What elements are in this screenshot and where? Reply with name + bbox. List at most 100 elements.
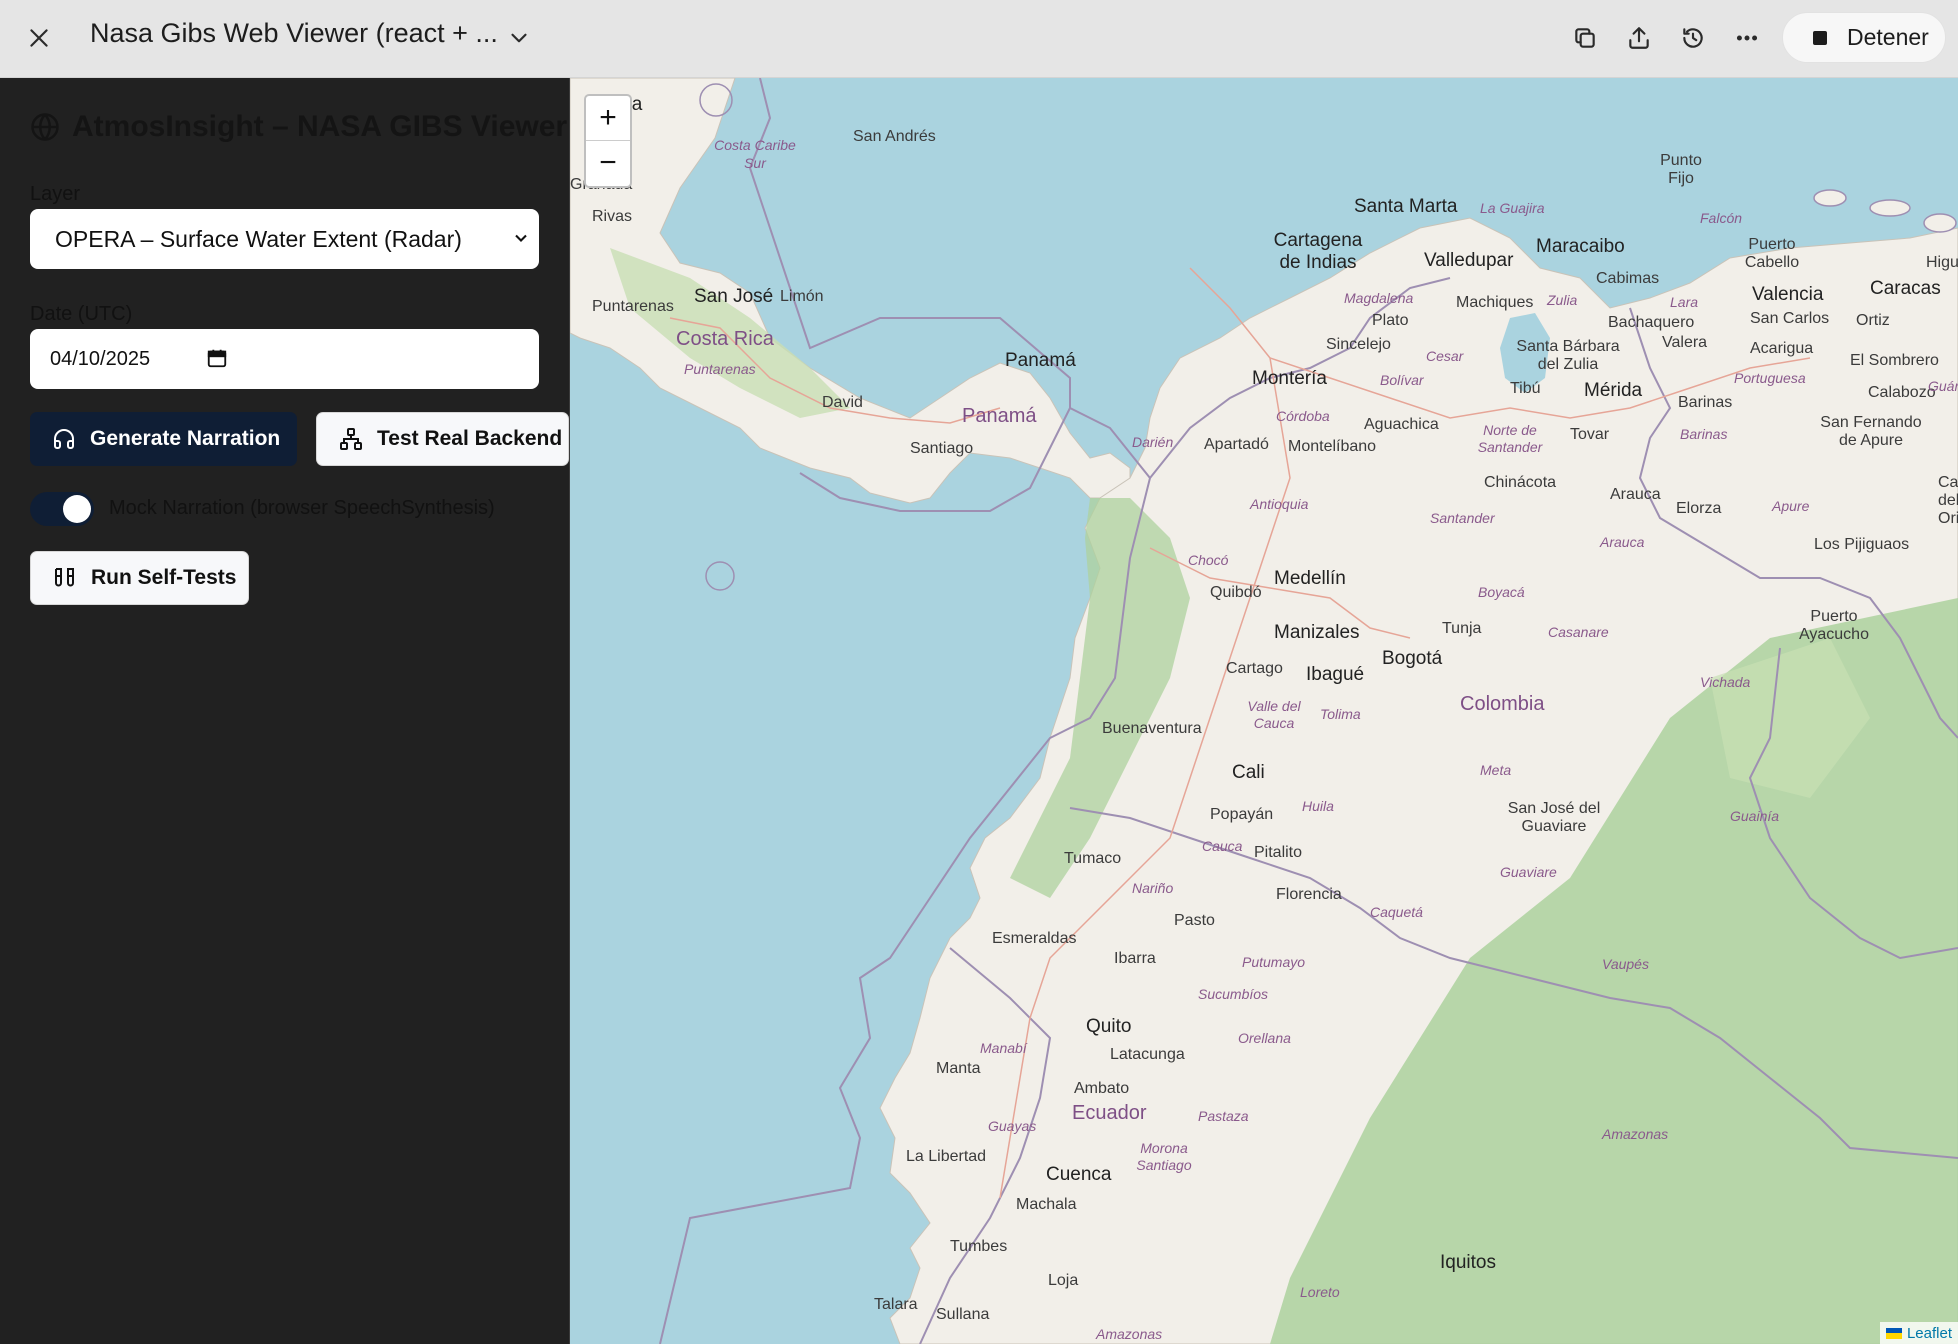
map-label: Medellín [1274, 568, 1346, 589]
map-label: Apartadó [1204, 436, 1269, 453]
map-label: Santa Bárbara del Zulia [1516, 338, 1620, 373]
map-label: Chinácota [1484, 474, 1557, 491]
layer-label: Layer [30, 183, 81, 205]
map-label: San Andrés [853, 128, 936, 145]
map-label: Pasto [1174, 912, 1215, 929]
leaflet-attribution[interactable]: Leaflet [1879, 1322, 1958, 1344]
chevron-down-icon[interactable] [499, 18, 539, 58]
map-label: San José del Guaviare [1507, 800, 1601, 835]
copy-icon[interactable] [1565, 18, 1605, 58]
map-label: La Libertad [906, 1148, 987, 1165]
map-view[interactable]: agua Granada Rivas San Andrés Costa Cari… [570, 78, 1958, 1344]
test-tubes-icon [55, 568, 74, 587]
bonaire-island [1923, 213, 1957, 233]
map-label: Córdoba [1276, 408, 1330, 424]
map-label: Amazonas [1096, 1326, 1163, 1342]
headphones-icon [54, 429, 74, 449]
map-label: Rivas [592, 208, 633, 225]
map-label: Valle del Cauca [1247, 698, 1301, 731]
map-label: Guayas [988, 1118, 1037, 1134]
layer-select[interactable]: OPERA – Surface Water Extent (Radar) [30, 209, 539, 269]
map-label: Esmeraldas [992, 930, 1077, 947]
map-label: Maracaibo [1536, 236, 1625, 257]
map-label: Caquetá [1370, 904, 1423, 920]
map-label: Florencia [1276, 886, 1342, 903]
map-label: Meta [1480, 762, 1512, 778]
map-label: Costa Rica [676, 328, 774, 350]
map-label: Antioquia [1250, 496, 1309, 512]
map-label: Guaviare [1500, 864, 1557, 880]
generate-narration-button[interactable]: Generate Narration [30, 412, 297, 466]
map-label: Huila [1302, 798, 1334, 814]
map-label: Bachaquero [1608, 314, 1695, 331]
map-label: Montelíbano [1288, 438, 1377, 455]
map-label: Ortiz [1856, 312, 1890, 329]
globe-icon [31, 113, 59, 141]
map-label: Montería [1252, 368, 1327, 389]
map-label: David [822, 394, 863, 411]
map-label: Punto Fijo [1660, 152, 1702, 187]
map-label: Elorza [1676, 500, 1722, 517]
map-label: Chocó [1188, 552, 1229, 568]
map-label: Tumbes [950, 1238, 1008, 1255]
calendar-icon[interactable] [206, 347, 228, 369]
more-icon[interactable] [1727, 18, 1767, 58]
map-label: Tunja [1442, 620, 1482, 637]
map-label: Mérida [1584, 380, 1643, 401]
map-label: Panamá [1005, 350, 1076, 371]
map-label: Puerto Ayacucho [1799, 608, 1869, 643]
map-label: Manabí [980, 1040, 1027, 1056]
zoom-control: + − [584, 94, 632, 188]
map-label: Iquitos [1440, 1252, 1496, 1273]
close-icon[interactable] [19, 18, 59, 58]
map-label: Costa Caribe Sur [714, 137, 796, 171]
map-label: Arauca [1610, 486, 1661, 503]
generate-narration-label: Generate Narration [90, 427, 281, 450]
date-input-value: 04/10/2025 [50, 347, 151, 370]
map-label: Orellana [1238, 1030, 1291, 1046]
map-label: San Fernando de Apure [1820, 414, 1922, 449]
chevron-down-icon [511, 227, 531, 247]
map-label: Latacunga [1110, 1046, 1185, 1063]
run-self-tests-button[interactable]: Run Self-Tests [30, 551, 249, 605]
map-label: Los Pijiguaos [1814, 536, 1910, 553]
map-label: Arauca [1600, 534, 1645, 550]
map-label: Casanare [1548, 624, 1609, 640]
map-label: Ibarra [1114, 950, 1156, 967]
map-label: Darién [1132, 434, 1174, 450]
test-backend-button[interactable]: Test Real Backend [316, 412, 569, 466]
map-label: Bolívar [1380, 372, 1424, 388]
malpelo-island-marker [705, 561, 735, 591]
map-label: Apure [1772, 498, 1810, 514]
history-icon[interactable] [1673, 18, 1713, 58]
mock-narration-toggle[interactable] [30, 492, 94, 526]
share-icon[interactable] [1619, 18, 1659, 58]
network-icon [340, 428, 362, 450]
map-label: San Carlos [1750, 310, 1830, 327]
run-self-tests-label: Run Self-Tests [91, 566, 237, 589]
map-label: Ibagué [1306, 664, 1365, 685]
test-backend-label: Test Real Backend [377, 427, 563, 450]
layer-select-value: OPERA – Surface Water Extent (Radar) [55, 225, 462, 252]
window-title-bar: Nasa Gibs Web Viewer (react + ... Detene… [0, 0, 1958, 78]
stop-button[interactable]: Detener [1782, 12, 1946, 63]
control-panel: AtmosInsight – NASA GIBS Viewer Layer OP… [0, 78, 571, 1344]
date-input[interactable]: 04/10/2025 [30, 329, 539, 389]
map-label: Aguachica [1364, 416, 1439, 433]
map-label: Zulia [1547, 292, 1578, 308]
map-label: Santander [1430, 510, 1495, 526]
stop-icon [1813, 30, 1827, 45]
attribution-link[interactable]: Leaflet [1907, 1325, 1952, 1342]
map-label: Puntarenas [684, 361, 756, 377]
aruba-island [1813, 189, 1847, 207]
map-label: Guainía [1730, 808, 1780, 824]
map-label: Cabimas [1596, 270, 1660, 287]
zoom-in-button[interactable]: + [586, 96, 630, 141]
toggle-knob [63, 495, 91, 523]
zoom-out-button[interactable]: − [586, 141, 630, 185]
map-label: Talara [874, 1296, 918, 1313]
map-label: Falcón [1700, 210, 1743, 226]
map-label: Pastaza [1198, 1108, 1249, 1124]
map-label: Sullana [936, 1306, 990, 1323]
map-label: Loreto [1300, 1284, 1340, 1300]
